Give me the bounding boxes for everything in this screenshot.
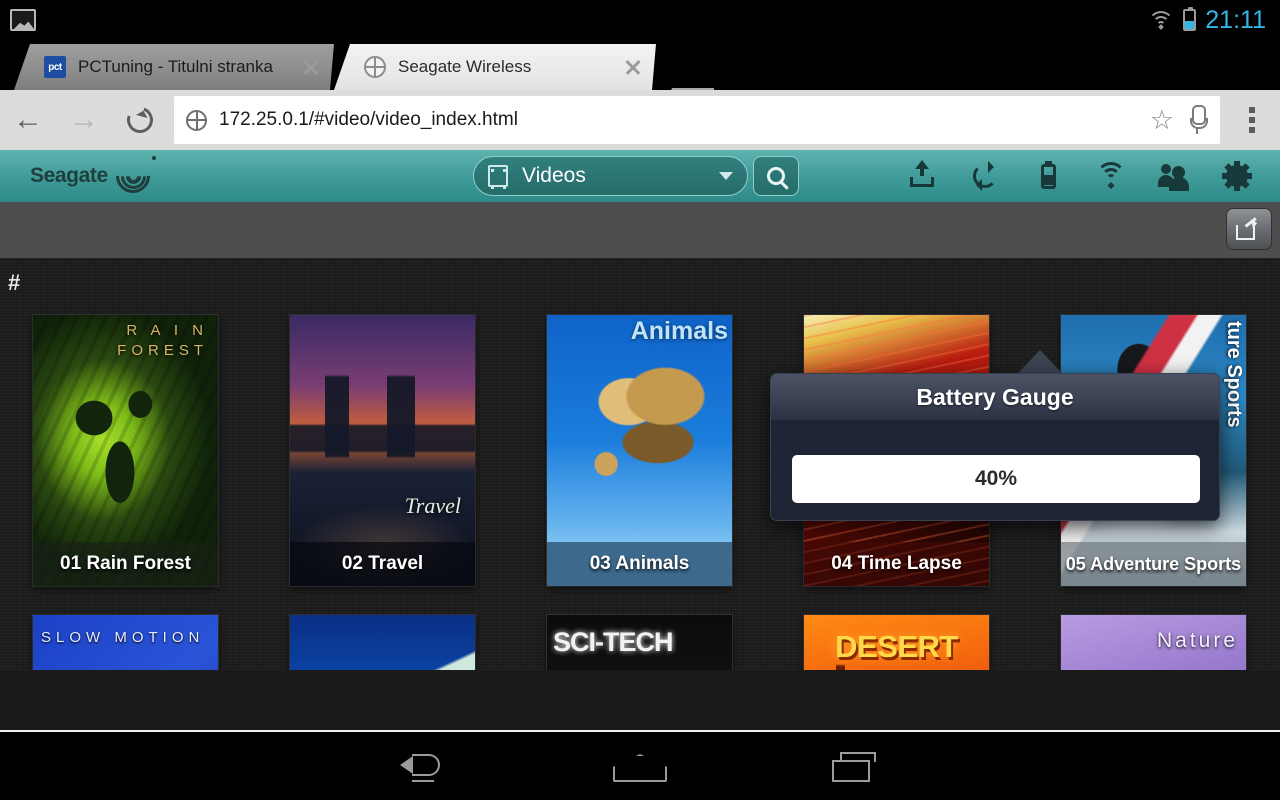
image-notification-icon[interactable] bbox=[10, 9, 36, 31]
video-tile[interactable]: Nature bbox=[1061, 615, 1246, 670]
star-icon[interactable]: ☆ bbox=[1150, 105, 1174, 136]
tile-artwork bbox=[547, 615, 732, 670]
video-tile[interactable]: Animals 03 Animals bbox=[547, 315, 732, 586]
browser-tab-pctuning[interactable]: pct PCTuning - Titulni stranka bbox=[14, 44, 334, 90]
app-sub-toolbar bbox=[0, 202, 1280, 258]
pct-favicon: pct bbox=[44, 56, 66, 78]
tile-caption: 05 Adventure Sports bbox=[1061, 542, 1246, 586]
content-filter-group: Videos bbox=[473, 156, 799, 196]
reload-icon bbox=[122, 102, 158, 138]
status-bar-notifications[interactable] bbox=[0, 9, 36, 31]
forward-arrow-icon: → bbox=[69, 103, 99, 136]
battery-level-value: 40% bbox=[792, 455, 1200, 503]
microphone-icon[interactable] bbox=[1190, 105, 1208, 135]
users-icon[interactable] bbox=[1158, 161, 1189, 191]
tile-artwork bbox=[33, 615, 218, 670]
android-recents-button[interactable] bbox=[822, 748, 892, 788]
back-button[interactable]: ← bbox=[0, 92, 56, 148]
chevron-down-icon bbox=[719, 172, 733, 180]
seagate-swirl-icon bbox=[108, 151, 157, 201]
battery-icon[interactable] bbox=[1033, 161, 1063, 191]
page-globe-icon bbox=[186, 109, 207, 131]
battery-gauge-popup: Battery Gauge 40% bbox=[770, 373, 1220, 521]
battery-popup-title: Battery Gauge bbox=[771, 374, 1219, 420]
browser-tab-title: Seagate Wireless bbox=[398, 57, 532, 76]
home-icon bbox=[613, 754, 667, 782]
share-icon bbox=[1236, 218, 1262, 240]
video-tile[interactable]: DESERT bbox=[804, 615, 989, 670]
brand-wordmark: Seagate bbox=[30, 164, 108, 187]
android-nav-bar bbox=[0, 732, 1280, 800]
tile-artwork bbox=[1061, 615, 1246, 670]
tile-caption: 04 Time Lapse bbox=[804, 542, 989, 586]
content-type-select[interactable]: Videos bbox=[473, 156, 748, 196]
back-icon bbox=[400, 754, 446, 782]
seagate-web-app: Seagate Videos # R A I N FOREST 01 Rain … bbox=[0, 150, 1280, 730]
app-toolbar bbox=[907, 150, 1252, 202]
close-icon[interactable] bbox=[298, 54, 324, 80]
browser-toolbar: ← → 172.25.0.1/#video/video_index.html ☆ bbox=[0, 90, 1280, 150]
overflow-menu-icon[interactable] bbox=[1224, 92, 1280, 148]
forward-button[interactable]: → bbox=[56, 92, 112, 148]
tile-caption: 01 Rain Forest bbox=[33, 542, 218, 586]
browser-tab-strip: pct PCTuning - Titulni stranka Seagate W… bbox=[0, 40, 1280, 90]
index-header-label: # bbox=[8, 270, 21, 295]
upload-icon[interactable] bbox=[907, 160, 937, 191]
screen-root: 21:11 pct PCTuning - Titulni stranka Sea… bbox=[0, 0, 1280, 800]
app-header: Seagate Videos bbox=[0, 150, 1280, 202]
video-tile[interactable]: R A I N FOREST 01 Rain Forest bbox=[33, 315, 218, 586]
android-home-button[interactable] bbox=[605, 748, 675, 788]
film-strip-icon bbox=[488, 165, 508, 189]
url-input[interactable]: 172.25.0.1/#video/video_index.html bbox=[219, 109, 1150, 131]
tile-caption: 03 Animals bbox=[547, 542, 732, 586]
close-icon[interactable] bbox=[620, 54, 646, 80]
content-type-value: Videos bbox=[522, 164, 586, 187]
browser-tab-title: PCTuning - Titulni stranka bbox=[78, 57, 273, 76]
android-status-bar: 21:11 bbox=[0, 0, 1280, 40]
battery-popup-arrow bbox=[1018, 350, 1062, 373]
video-tile[interactable] bbox=[290, 615, 475, 670]
wifi-icon[interactable] bbox=[1096, 161, 1126, 191]
seagate-logo: Seagate bbox=[30, 151, 157, 201]
sync-icon[interactable] bbox=[970, 161, 1000, 191]
share-button[interactable] bbox=[1226, 208, 1272, 250]
status-bar-clock: 21:11 bbox=[1205, 5, 1266, 34]
settings-gear-icon[interactable] bbox=[1222, 161, 1252, 191]
back-arrow-icon: ← bbox=[13, 103, 43, 136]
tile-artwork bbox=[804, 615, 989, 670]
video-tile[interactable]: SLOW MOTION bbox=[33, 615, 218, 670]
video-tile[interactable]: Travel 02 Travel bbox=[290, 315, 475, 586]
url-bar[interactable]: 172.25.0.1/#video/video_index.html ☆ bbox=[174, 96, 1220, 144]
battery-icon bbox=[1183, 7, 1197, 31]
tile-artwork bbox=[290, 615, 475, 670]
search-button[interactable] bbox=[753, 156, 799, 196]
wifi-icon bbox=[1148, 10, 1175, 30]
android-back-button[interactable] bbox=[390, 748, 460, 788]
reload-button[interactable] bbox=[112, 92, 168, 148]
browser-tab-seagate[interactable]: Seagate Wireless bbox=[334, 44, 656, 90]
recents-icon bbox=[832, 752, 882, 784]
video-tile[interactable]: SCI-TECH bbox=[547, 615, 732, 670]
globe-favicon bbox=[364, 56, 386, 78]
search-icon bbox=[767, 167, 785, 185]
status-bar-system-icons[interactable]: 21:11 bbox=[1148, 6, 1280, 35]
tile-caption: 02 Travel bbox=[290, 542, 475, 586]
